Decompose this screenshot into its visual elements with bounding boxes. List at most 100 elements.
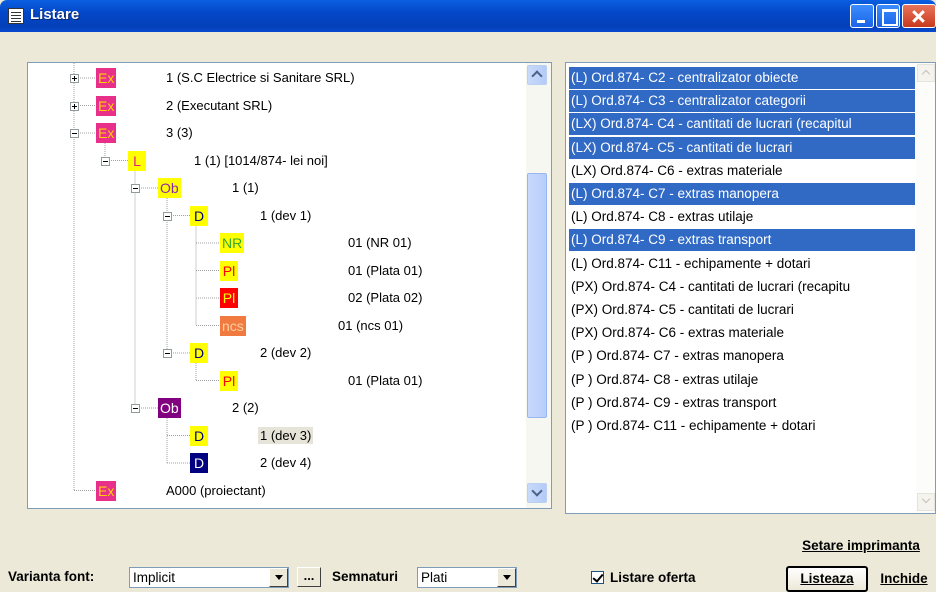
tree-node[interactable]: Ex 2 (Executant SRL): [96, 95, 272, 117]
reports-scroll-up-button[interactable]: [917, 64, 935, 82]
report-item[interactable]: (L) Ord.874- C2 - centralizator obiecte: [569, 67, 915, 89]
chevron-down-icon[interactable]: [269, 568, 288, 587]
ob-node-icon: Ob: [158, 398, 181, 418]
tree-node[interactable]: Ob 2 (2): [158, 397, 259, 419]
reports-scroll-down-button[interactable]: [917, 493, 935, 511]
report-item[interactable]: (L) Ord.874- C11 - echipamente + dotari: [569, 253, 915, 275]
font-variant-select[interactable]: Implicit: [129, 567, 289, 588]
report-item[interactable]: (PX) Ord.874- C6 - extras materiale: [569, 322, 915, 344]
tree-node-label[interactable]: 01 (ncs 01): [336, 317, 405, 334]
report-item[interactable]: (P ) Ord.874- C7 - extras manopera: [569, 345, 915, 367]
tree-node-label[interactable]: 2 (2): [230, 399, 261, 416]
reports-list[interactable]: (L) Ord.874- C2 - centralizator obiecte(…: [565, 62, 936, 514]
minimize-button[interactable]: [850, 4, 874, 28]
tree-node[interactable]: Pl 02 (Plata 02): [220, 287, 422, 309]
list-button[interactable]: Listeaza: [786, 566, 868, 592]
font-variant-label: Varianta font:: [8, 569, 95, 584]
report-item[interactable]: (L) Ord.874- C8 - extras utilaje: [569, 206, 915, 228]
pl-node-icon: Pl: [220, 370, 238, 391]
pl-node-icon: Pl: [220, 288, 238, 308]
ncs-node-icon: ncs: [220, 315, 246, 336]
tree-scrollbar[interactable]: [526, 63, 551, 508]
tree-node[interactable]: L 1 (1) [1014/874- lei noi]: [128, 150, 328, 172]
tree-node[interactable]: Ex 1 (S.C Electrice si Sanitare SRL): [96, 67, 355, 89]
close-button[interactable]: Inchide: [872, 566, 936, 592]
d-node-icon: D: [190, 425, 208, 446]
font-browse-button[interactable]: ...: [297, 567, 321, 587]
tree-node[interactable]: Ex 3 (3): [96, 122, 193, 144]
collapse-icon[interactable]: [70, 129, 79, 138]
report-item[interactable]: (L) Ord.874- C7 - extras manopera: [569, 183, 915, 205]
font-variant-value: Implicit: [133, 570, 176, 585]
tree-node[interactable]: Pl 01 (Plata 01): [220, 260, 422, 282]
collapse-icon[interactable]: [131, 404, 140, 413]
tree-node-label[interactable]: 2 (dev 2): [258, 344, 313, 361]
title-bar[interactable]: Listare: [0, 0, 936, 32]
signatures-label: Semnaturi: [332, 569, 399, 584]
scroll-down-button[interactable]: [527, 483, 547, 503]
nr-node-icon: NR: [220, 233, 245, 253]
tree-node-label[interactable]: 01 (Plata 01): [346, 262, 424, 279]
maximize-button[interactable]: [876, 4, 900, 28]
scroll-up-button[interactable]: [527, 65, 547, 85]
tree-node[interactable]: D 1 (dev 3): [190, 425, 314, 447]
list-offer-checkbox[interactable]: [591, 571, 604, 584]
report-item[interactable]: (LX) Ord.874- C5 - cantitati de lucrari: [569, 136, 915, 159]
signatures-select[interactable]: Plati: [417, 567, 517, 588]
tree-node-label[interactable]: 3 (3): [164, 124, 195, 141]
scroll-thumb[interactable]: [527, 173, 547, 418]
report-item[interactable]: (PX) Ord.874- C5 - cantitati de lucrari: [569, 299, 915, 321]
list-offer-label[interactable]: Listare oferta: [610, 570, 696, 585]
project-tree[interactable]: Ex 1 (S.C Electrice si Sanitare SRL) Ex 2 (…: [27, 62, 552, 509]
report-item[interactable]: (L) Ord.874- C3 - centralizator categori…: [569, 90, 915, 113]
reports-scrollbar[interactable]: [916, 63, 935, 513]
close-window-button[interactable]: [902, 4, 936, 28]
document-list-icon: [8, 8, 24, 24]
tree-node-label[interactable]: 1 (dev 3): [258, 426, 314, 444]
setup-printer-button[interactable]: Setare imprimanta: [786, 533, 936, 559]
report-item[interactable]: (P ) Ord.874- C8 - extras utilaje: [569, 369, 915, 391]
tree-node-label[interactable]: 2 (Executant SRL): [164, 97, 274, 114]
report-item[interactable]: (LX) Ord.874- C4 - cantitati de lucrari …: [569, 113, 915, 136]
l-node-icon: L: [128, 150, 146, 171]
tree-node-label[interactable]: 1 (dev 1): [258, 207, 313, 224]
ex-node-icon: Ex: [96, 480, 117, 501]
expand-icon[interactable]: [70, 101, 79, 111]
tree-node[interactable]: Ex A000 (proiectant): [96, 480, 266, 502]
tree-node-label[interactable]: 02 (Plata 02): [346, 289, 424, 306]
collapse-icon[interactable]: [163, 211, 172, 221]
d-node-icon: D: [190, 205, 208, 226]
report-item[interactable]: (L) Ord.874- C9 - extras transport: [569, 229, 915, 252]
collapse-icon[interactable]: [163, 349, 172, 358]
tree-node-label[interactable]: 1 (1): [230, 179, 261, 196]
tree-node-label[interactable]: 01 (Plata 01): [346, 372, 424, 389]
d-node-icon: D: [190, 453, 208, 473]
tree-node[interactable]: D 1 (dev 1): [190, 205, 311, 227]
ex-node-icon: Ex: [96, 95, 117, 116]
ex-node-icon: Ex: [96, 123, 117, 143]
tree-node-label[interactable]: 1 (S.C Electrice si Sanitare SRL): [164, 69, 357, 86]
chevron-down-icon[interactable]: [497, 568, 516, 587]
ob-node-icon: Ob: [158, 178, 181, 198]
ex-node-icon: Ex: [96, 68, 117, 88]
tree-node-label[interactable]: A000 (proiectant): [164, 482, 268, 499]
d-node-icon: D: [190, 343, 208, 363]
tree-node[interactable]: D 2 (dev 4): [190, 452, 311, 474]
collapse-icon[interactable]: [131, 184, 140, 193]
report-item[interactable]: (LX) Ord.874- C6 - extras materiale: [569, 160, 915, 182]
collapse-icon[interactable]: [101, 156, 110, 166]
report-item[interactable]: (PX) Ord.874- C4 - cantitati de lucrari …: [569, 276, 915, 298]
tree-node[interactable]: ncs 01 (ncs 01): [220, 315, 403, 337]
report-item[interactable]: (P ) Ord.874- C9 - extras transport: [569, 392, 915, 414]
tree-node-label[interactable]: 1 (1) [1014/874- lei noi]: [192, 152, 330, 169]
window-title: Listare: [30, 6, 80, 23]
tree-node-label[interactable]: 01 (NR 01): [346, 234, 414, 251]
tree-node[interactable]: D 2 (dev 2): [190, 342, 311, 364]
tree-node[interactable]: Ob 1 (1): [158, 177, 259, 199]
tree-node[interactable]: Pl 01 (Plata 01): [220, 370, 422, 392]
report-item[interactable]: (P ) Ord.874- C11 - echipamente + dotari: [569, 415, 915, 437]
expand-icon[interactable]: [70, 74, 79, 83]
signatures-value: Plati: [421, 570, 448, 585]
tree-node[interactable]: NR 01 (NR 01): [220, 232, 412, 254]
tree-node-label[interactable]: 2 (dev 4): [258, 454, 313, 471]
